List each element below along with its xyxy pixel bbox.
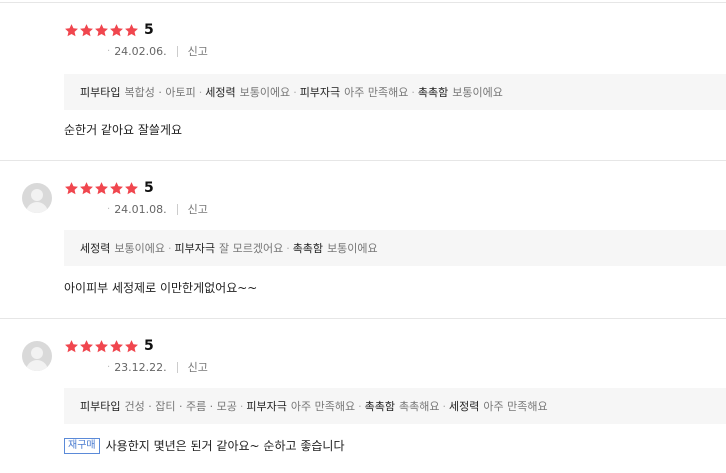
attribute-key: 피부자극 (174, 242, 215, 255)
attribute-key: 피부타입 (80, 86, 121, 99)
star-icon (109, 181, 124, 196)
attribute-value: 건성 · 잡티 · 주름 · 모공 (124, 400, 237, 413)
review-text: 재구매 사용한지 몇년은 된거 같아요~ 순하고 좋습니다 (64, 437, 345, 454)
attribute-key: 촉촉함 (364, 400, 395, 413)
attribute-value: 복합성 · 아토피 (124, 86, 196, 99)
dot-separator: · (286, 241, 290, 255)
star-icon (94, 181, 109, 196)
review-meta: · 23.12.22. 신고 (107, 359, 208, 375)
star-icon (124, 339, 139, 354)
attribute-value: 보통이에요 (239, 86, 291, 99)
divider (176, 361, 178, 373)
review-body: 사용한지 몇년은 된거 같아요~ 순하고 좋습니다 (105, 439, 345, 453)
star-icon (124, 181, 139, 196)
attribute-value: 보통이에요 (327, 242, 378, 255)
star-icon (124, 23, 139, 38)
review-text: 순한거 같아요 잘쓸게요 (64, 121, 182, 138)
review-meta: · 24.02.06. 신고 (107, 43, 208, 59)
review-text: 아이피부 세정제로 이만한게없어요~~ (64, 279, 257, 296)
attribute-value: 보통이에요 (452, 86, 503, 99)
star-icon (109, 339, 124, 354)
rating-score: 5 (144, 22, 154, 38)
dot-separator: · (442, 399, 446, 413)
dot-separator: · (358, 399, 362, 413)
attribute-key: 촉촉함 (417, 86, 449, 99)
dot-separator: · (107, 45, 111, 57)
repurchase-badge: 재구매 (64, 437, 100, 454)
star-icon (79, 339, 94, 354)
star-icon (64, 339, 79, 354)
star-icon (79, 181, 94, 196)
attribute-key: 피부타입 (80, 400, 121, 413)
review-attributes: 세정력 보통이에요 · 피부자극 잘 모르겠어요 · 촉촉함 보통이에요 (64, 230, 726, 266)
review-body: 순한거 같아요 잘쓸게요 (64, 123, 183, 137)
star-icon (64, 23, 79, 38)
dot-separator: · (239, 399, 244, 413)
attribute-key: 세정력 (448, 400, 480, 413)
report-button[interactable]: 신고 (188, 359, 208, 375)
user-avatar-icon (22, 341, 52, 371)
user-avatar-icon (22, 183, 52, 213)
star-icon (109, 23, 124, 38)
rating-score: 5 (144, 338, 154, 354)
star-icon (64, 181, 79, 196)
review-date: 24.01.08. (114, 202, 167, 216)
review-item: 5 · 24.01.08. 신고 세정력 보통이에요 · 피부자극 잘 모르겠어요 · 촉촉함 보통이… (0, 160, 726, 319)
divider (176, 45, 178, 57)
attribute-key: 세정력 (205, 86, 236, 99)
review-attributes: 피부타입 건성 · 잡티 · 주름 · 모공 · 피부자극 아주 만족해요 · 촉촉함 촉촉해… (64, 388, 726, 424)
star-rating: 5 (64, 338, 154, 354)
divider (176, 203, 178, 215)
rating-score: 5 (144, 180, 154, 196)
star-rating: 5 (64, 22, 154, 38)
dot-separator: · (411, 85, 415, 99)
attribute-value: 잘 모르겠어요 (218, 242, 284, 255)
attribute-value: 아주 만족해요 (483, 400, 548, 413)
attribute-value: 아주 만족해요 (290, 400, 356, 413)
review-attributes: 피부타입 복합성 · 아토피 · 세정력 보통이에요 · 피부자극 아주 만족해요 · 촉촉함 보통… (64, 74, 726, 110)
review-item: 5 · 23.12.22. 신고 피부타입 건성 · 잡티 · 주름 · 모공 · 피부자극 아… (0, 318, 726, 473)
attribute-value: 촉촉해요 (399, 400, 440, 413)
attribute-value: 보통이에요 (114, 242, 165, 255)
review-meta: · 24.01.08. 신고 (107, 201, 208, 217)
attribute-key: 세정력 (80, 242, 111, 255)
dot-separator: · (107, 203, 111, 215)
star-icon (94, 339, 109, 354)
attribute-key: 촉촉함 (292, 242, 324, 255)
dot-separator: · (293, 85, 297, 99)
attribute-key: 피부자극 (246, 400, 287, 413)
star-rating: 5 (64, 180, 154, 196)
review-date: 23.12.22. (114, 360, 167, 374)
dot-separator: · (167, 241, 172, 255)
review-item: 5 · 24.02.06. 신고 피부타입 복합성 · 아토피 · 세정력 보통이에요 · 피부자극… (0, 2, 726, 161)
attribute-value: 아주 만족해요 (344, 86, 409, 99)
report-button[interactable]: 신고 (188, 43, 208, 59)
review-date: 24.02.06. (114, 44, 167, 58)
dot-separator: · (198, 85, 203, 99)
report-button[interactable]: 신고 (188, 201, 208, 217)
star-icon (94, 23, 109, 38)
review-body: 아이피부 세정제로 이만한게없어요~~ (64, 281, 258, 295)
star-icon (79, 23, 94, 38)
dot-separator: · (107, 361, 111, 373)
attribute-key: 피부자극 (299, 86, 341, 99)
